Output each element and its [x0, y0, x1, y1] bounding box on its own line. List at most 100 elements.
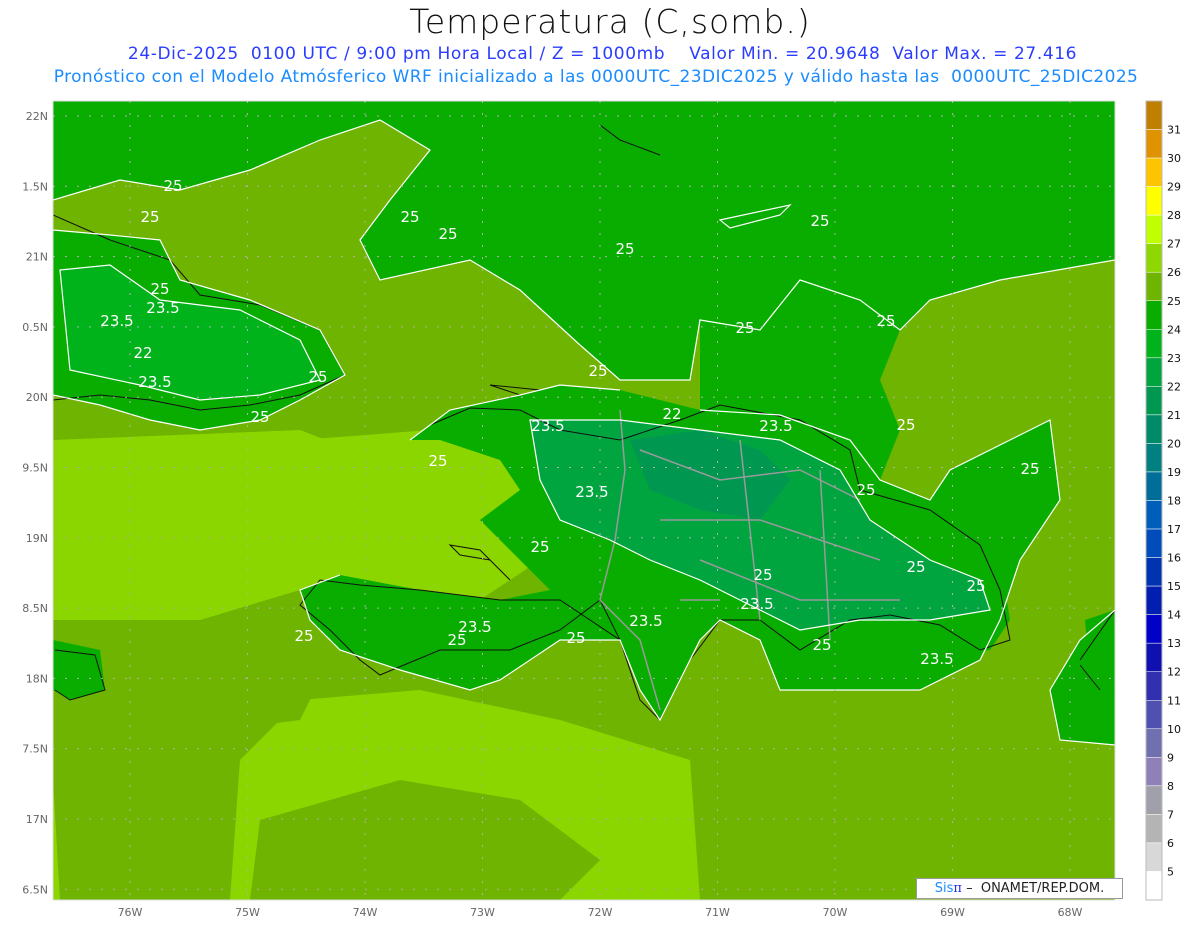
colorbar-swatch: [1145, 414, 1163, 444]
contour-label: 25: [812, 636, 831, 654]
contour-label: 23.5: [531, 417, 564, 435]
colorbar-swatch: [1145, 214, 1163, 244]
colorbar-label: 18: [1167, 495, 1181, 508]
contour-label: 25: [588, 362, 607, 380]
lon-label: 72W: [588, 906, 613, 919]
colorbar-label: 9: [1167, 751, 1174, 764]
lon-label: 74W: [353, 906, 378, 919]
credit-brand: Sis: [934, 881, 954, 896]
contour-label: 23.5: [146, 299, 179, 317]
contour-label: 25: [294, 627, 313, 645]
lat-label: 0.5N: [22, 321, 48, 334]
colorbar-label: 28: [1167, 209, 1181, 222]
colorbar-swatch: [1145, 728, 1163, 758]
lat-label: 17N: [26, 813, 48, 826]
contour-label: 23.5: [629, 612, 662, 630]
colorbar-swatch: [1145, 157, 1163, 187]
colorbar-swatch: [1145, 785, 1163, 815]
lat-label: 1.5N: [22, 180, 48, 193]
colorbar-label: 13: [1167, 637, 1181, 650]
colorbar-swatch: [1145, 557, 1163, 587]
colorbar-swatch: [1145, 329, 1163, 359]
lon-label: 71W: [705, 906, 730, 919]
contour-label: 22: [662, 405, 681, 423]
colorbar-label: 6: [1167, 837, 1174, 850]
lat-label: 9.5N: [22, 462, 48, 475]
colorbar-swatch: [1145, 500, 1163, 530]
contour-label: 23.5: [100, 312, 133, 330]
colorbar-swatch: [1145, 357, 1163, 387]
colorbar-swatch: [1145, 814, 1163, 844]
contour-label: 23.5: [740, 595, 773, 613]
contour-label: 25: [400, 208, 419, 226]
colorbar-swatch: [1145, 471, 1163, 501]
colorbar-label: 10: [1167, 723, 1181, 736]
contour-label: 25: [530, 538, 549, 556]
contour-label: 23.5: [920, 650, 953, 668]
colorbar-swatch: [1145, 757, 1163, 787]
contour-label: 25: [896, 416, 915, 434]
lat-label: 6.5N: [22, 883, 48, 896]
colorbar-swatch: [1145, 186, 1163, 216]
colorbar-label: 22: [1167, 380, 1181, 393]
contour-label: 22: [133, 344, 152, 362]
colorbar-swatch: [1145, 842, 1163, 872]
contour-label: 25: [810, 212, 829, 230]
lat-label: 8.5N: [22, 602, 48, 615]
contour-label: 25: [906, 558, 925, 576]
contour-label: 25: [250, 408, 269, 426]
colorbar-swatch: [1145, 642, 1163, 672]
colorbar-swatch: [1145, 614, 1163, 644]
contour-label: 25: [966, 577, 985, 595]
lat-label: 19N: [26, 532, 48, 545]
colorbar: 31 30 29 28 27 26 25 24 23 22 21 20 19 18 17 16 15 14 13 12…: [1145, 100, 1181, 901]
lon-label: 69W: [940, 906, 965, 919]
contour-label: 25: [753, 566, 772, 584]
colorbar-label: 25: [1167, 295, 1181, 308]
colorbar-label: 29: [1167, 181, 1181, 194]
colorbar-label: 20: [1167, 437, 1181, 450]
lat-label: 20N: [26, 391, 48, 404]
colorbar-swatch: [1145, 671, 1163, 701]
colorbar-label: 30: [1167, 152, 1181, 165]
lat-label: 22N: [26, 110, 48, 123]
contour-label: 25: [735, 319, 754, 337]
lon-label: 76W: [118, 906, 143, 919]
contour-label: 25: [163, 177, 182, 195]
colorbar-swatch: [1145, 100, 1163, 130]
colorbar-label: 19: [1167, 466, 1181, 479]
lon-label: 75W: [235, 906, 260, 919]
colorbar-swatch: [1145, 871, 1163, 901]
colorbar-label: 31: [1167, 124, 1181, 137]
contour-label: 23.5: [759, 417, 792, 435]
credit-pi: π: [953, 881, 962, 896]
colorbar-label: 7: [1167, 808, 1174, 821]
colorbar-label: 12: [1167, 666, 1181, 679]
lat-label: 21N: [26, 251, 48, 264]
lat-label: 18N: [26, 672, 48, 685]
temperature-map: 25252525252525 2523.523.52223.5 2525252223…: [22, 100, 1181, 919]
lat-label: 7.5N: [22, 743, 48, 756]
contour-label: 25: [876, 312, 895, 330]
contour-label: 25: [428, 452, 447, 470]
colorbar-swatch: [1145, 700, 1163, 730]
lon-label: 70W: [823, 906, 848, 919]
colorbar-swatch: [1145, 271, 1163, 302]
contour-label: 25: [140, 208, 159, 226]
colorbar-label: 14: [1167, 609, 1181, 622]
colorbar-label: 24: [1167, 323, 1181, 336]
colorbar-label: 5: [1167, 865, 1174, 878]
colorbar-swatch: [1145, 300, 1163, 330]
colorbar-label: 17: [1167, 523, 1181, 536]
contour-label: 25: [615, 240, 634, 258]
colorbar-swatch: [1145, 528, 1163, 558]
lon-label: 68W: [1058, 906, 1083, 919]
contour-label: 25: [1020, 460, 1039, 478]
lon-label: 73W: [470, 906, 495, 919]
colorbar-label: 11: [1167, 694, 1181, 707]
colorbar-swatch: [1145, 129, 1163, 159]
colorbar-swatch: [1145, 443, 1163, 473]
colorbar-label: 23: [1167, 352, 1181, 365]
colorbar-swatch: [1145, 585, 1163, 615]
contour-label: 25: [150, 280, 169, 298]
